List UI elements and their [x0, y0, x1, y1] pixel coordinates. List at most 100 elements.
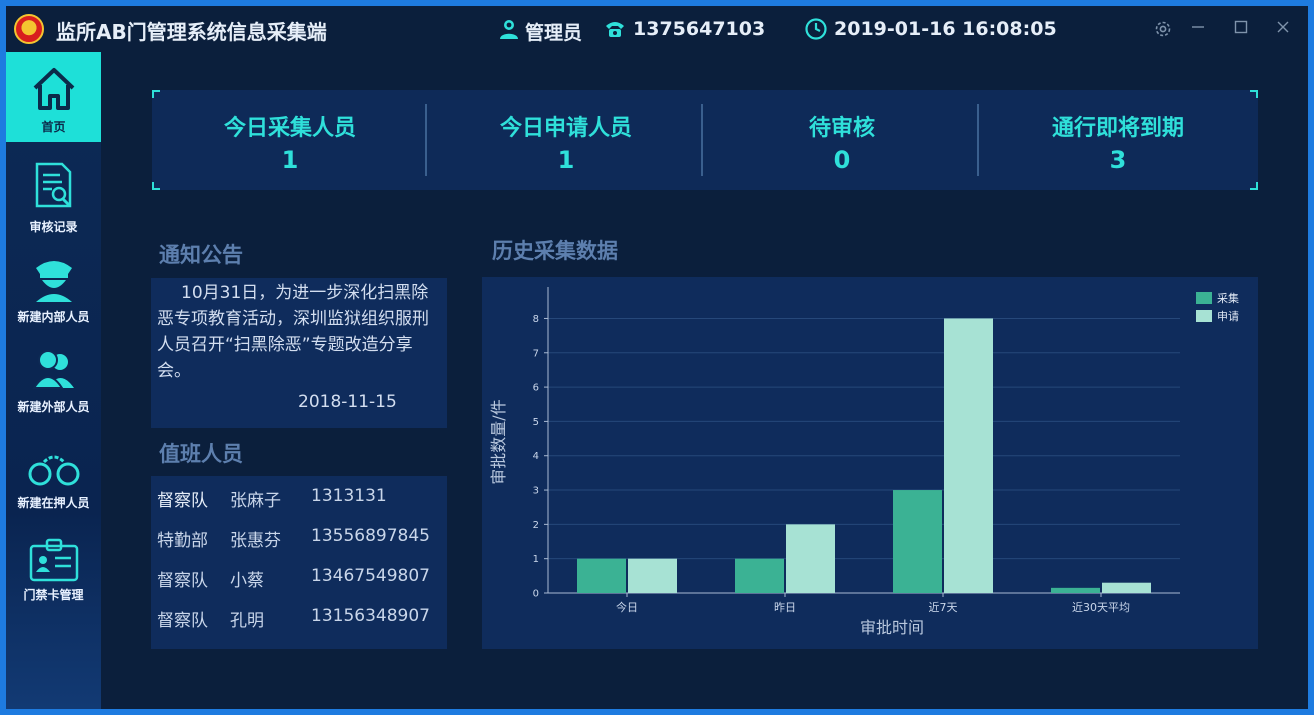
stat-today-collected: 今日采集人员 1 — [152, 90, 428, 190]
y-tick-label: 1 — [533, 554, 539, 565]
bar-applied — [786, 524, 835, 593]
y-axis-label: 审批数量/件 — [489, 399, 508, 484]
stat-title: 通行即将到期 — [1051, 116, 1184, 141]
contact-phone: 1375647103 — [633, 18, 766, 40]
id-card-icon — [29, 538, 79, 582]
y-tick-label: 6 — [533, 383, 539, 394]
x-axis-label: 审批时间 — [860, 618, 924, 637]
sidebar-item-label: 门禁卡管理 — [23, 588, 84, 602]
stats-banner: 今日采集人员 1 今日申请人员 1 待审核 0 通行即将到期 3 — [152, 90, 1258, 190]
sidebar-item-audit-records[interactable]: 审核记录 — [6, 148, 101, 240]
document-search-icon — [35, 162, 72, 208]
duty-dept: 督察队 — [157, 611, 208, 631]
x-tick-label: 近30天平均 — [1072, 601, 1130, 614]
sidebar-item-new-internal[interactable]: 新建内部人员 — [6, 242, 101, 334]
history-section-title: 历史采集数据 — [492, 239, 618, 263]
sidebar-item-label: 新建外部人员 — [17, 400, 90, 414]
y-tick-label: 3 — [533, 486, 539, 497]
sidebar-item-label: 新建内部人员 — [17, 310, 90, 324]
national-emblem-logo — [14, 14, 44, 44]
y-tick-label: 0 — [533, 589, 539, 600]
sidebar-item-new-external[interactable]: 新建外部人员 — [6, 334, 101, 426]
history-chart-panel: 0 1 2 3 4 5 6 7 8 今日 昨日 近7天 近30天平均 审批时间 审批数量/件 采集 申请 — [482, 277, 1258, 649]
settings-button[interactable] — [1150, 16, 1176, 42]
y-tick-label: 2 — [533, 520, 539, 531]
police-officer-icon — [36, 261, 72, 302]
current-user: 管理员 — [525, 22, 583, 44]
x-tick-label: 近7天 — [929, 601, 958, 614]
duty-dept: 特勤部 — [157, 531, 208, 551]
stat-title: 今日申请人员 — [499, 116, 632, 141]
sidebar-item-access-card[interactable]: 门禁卡管理 — [6, 522, 101, 614]
x-tick-label: 昨日 — [774, 601, 796, 614]
y-tick-label: 4 — [533, 451, 539, 462]
bar-collected — [735, 558, 784, 593]
y-tick-label: 7 — [533, 348, 539, 359]
duty-dept: 督察队 — [157, 491, 208, 511]
duty-phone: 13156348907 — [311, 606, 430, 626]
bar-collected — [1051, 587, 1100, 593]
minimize-button[interactable] — [1185, 16, 1211, 42]
legend-label: 采集 — [1217, 291, 1239, 305]
sidebar-item-new-detainee[interactable]: 新建在押人员 — [6, 430, 101, 522]
maximize-button[interactable] — [1228, 16, 1254, 42]
stat-value: 3 — [1109, 146, 1127, 174]
gear-icon — [1155, 21, 1171, 37]
maximize-icon — [1234, 20, 1248, 34]
stat-divider — [425, 104, 427, 176]
stat-divider — [977, 104, 979, 176]
legend-swatch — [1196, 292, 1212, 304]
handcuffs-icon — [28, 455, 80, 486]
duty-phone: 13467549807 — [311, 566, 430, 586]
duty-dept: 督察队 — [157, 571, 208, 591]
app-window: 监所AB门管理系统信息采集端 管理员 1375647103 2019-01-16… — [6, 6, 1308, 709]
stat-value: 0 — [833, 146, 851, 174]
stat-title: 待审核 — [808, 116, 875, 141]
stat-value: 1 — [281, 146, 299, 174]
stat-today-applied: 今日申请人员 1 — [428, 90, 704, 190]
sidebar-item-label: 首页 — [41, 120, 66, 134]
bar-collected — [893, 490, 942, 593]
stat-title: 今日采集人员 — [223, 116, 356, 141]
duty-name: 张惠芬 — [230, 531, 281, 551]
bar-applied — [944, 318, 993, 593]
history-bar-chart: 0 1 2 3 4 5 6 7 8 今日 昨日 近7天 近30天平均审批时间 审批数量/件 采集申请 — [489, 287, 1239, 637]
user-icon — [500, 20, 518, 39]
bar-applied — [628, 558, 677, 593]
notice-panel: 10月31日，为进一步深化扫黑除恶专项教育活动，深圳监狱组织服刑人员召开“扫黑除… — [151, 278, 447, 428]
legend-swatch — [1196, 310, 1212, 322]
duty-name: 孔明 — [230, 611, 264, 631]
duty-phone: 13556897845 — [311, 526, 430, 546]
duty-panel: 督察队 张麻子 1313131 特勤部 张惠芬 13556897845 督察队 … — [151, 476, 447, 649]
current-datetime: 2019-01-16 16:08:05 — [834, 18, 1057, 40]
notice-section-title: 通知公告 — [159, 243, 243, 267]
stat-pending-review: 待审核 0 — [704, 90, 980, 190]
duty-section-title: 值班人员 — [159, 442, 243, 466]
sidebar-nav: 首页 审核记录 新建内部人员 新建外部人员 新建在押人员 门禁卡管理 — [6, 52, 101, 709]
clock-icon — [805, 18, 827, 40]
sidebar-item-label: 新建在押人员 — [17, 496, 90, 510]
stat-divider — [701, 104, 703, 176]
sidebar-item-home[interactable]: 首页 — [6, 52, 101, 142]
home-icon — [33, 68, 75, 110]
stat-expiring-pass: 通行即将到期 3 — [980, 90, 1256, 190]
close-button[interactable] — [1270, 16, 1296, 42]
notice-date: 2018-11-15 — [298, 392, 397, 412]
minimize-icon — [1192, 26, 1204, 28]
app-title: 监所AB门管理系统信息采集端 — [56, 20, 327, 44]
duty-phone: 1313131 — [311, 486, 387, 506]
phone-icon — [606, 22, 624, 37]
stat-value: 1 — [557, 146, 575, 174]
x-tick-label: 今日 — [616, 600, 638, 614]
notice-text: 10月31日，为进一步深化扫黑除恶专项教育活动，深圳监狱组织服刑人员召开“扫黑除… — [157, 283, 429, 381]
title-bar: 监所AB门管理系统信息采集端 管理员 1375647103 2019-01-16… — [6, 6, 1308, 52]
bar-applied — [1102, 582, 1151, 593]
close-icon — [1277, 21, 1289, 33]
users-icon — [32, 350, 74, 389]
bar-collected — [577, 558, 626, 593]
y-tick-label: 8 — [533, 314, 539, 325]
duty-name: 张麻子 — [230, 491, 281, 511]
duty-name: 小蔡 — [230, 571, 264, 591]
y-tick-label: 5 — [533, 417, 539, 428]
sidebar-item-label: 审核记录 — [29, 220, 78, 234]
